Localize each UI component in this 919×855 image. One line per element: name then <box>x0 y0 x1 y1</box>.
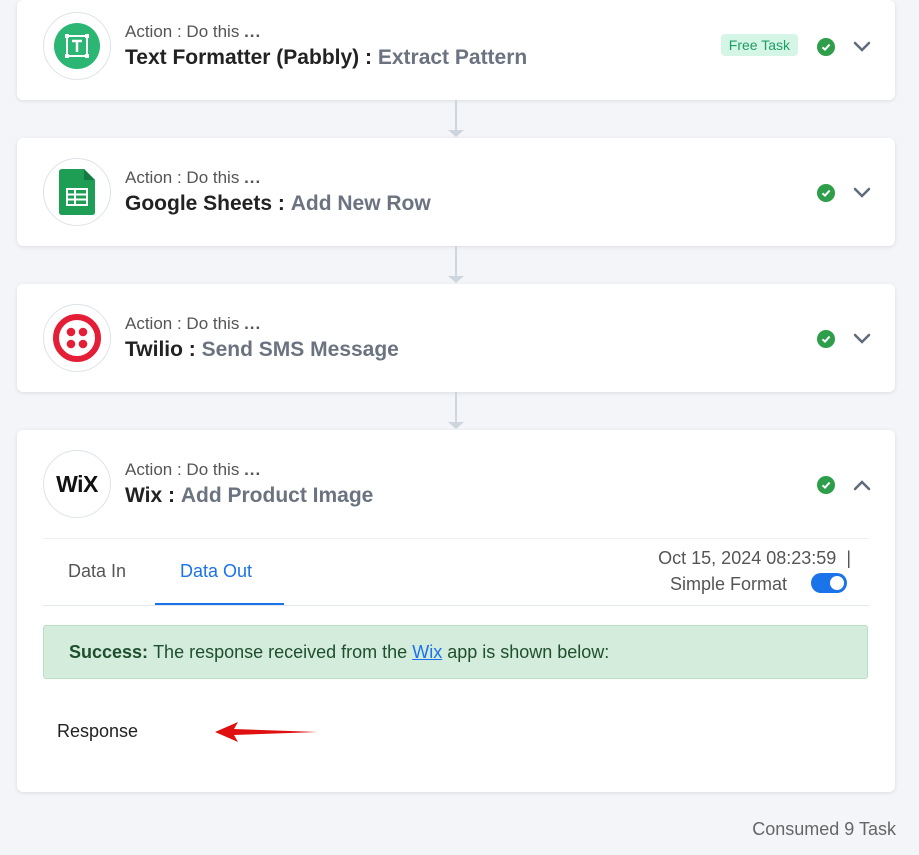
tab-data-out[interactable]: Data Out <box>180 561 252 582</box>
tab-data-in[interactable]: Data In <box>68 561 126 582</box>
free-task-badge: Free Task <box>720 34 798 56</box>
step-connector <box>455 246 457 276</box>
chevron-down-icon[interactable] <box>851 182 873 204</box>
step-title: Text Formatter (Pabbly) : Extract Patter… <box>125 46 528 69</box>
alert-strong: Success: <box>69 641 149 662</box>
tabs-divider <box>43 605 869 606</box>
alert-text-after: app is shown below: <box>447 641 610 662</box>
step-title: Google Sheets : Add New Row <box>125 192 431 215</box>
annotation-arrow-icon <box>215 722 318 742</box>
simple-format-toggle[interactable] <box>811 573 847 593</box>
success-check-icon <box>817 330 835 348</box>
text-formatter-icon <box>43 12 111 80</box>
chevron-down-icon[interactable] <box>851 328 873 350</box>
step-connector <box>455 100 457 130</box>
wix-icon: WiX <box>43 450 111 518</box>
execution-timestamp: Oct 15, 2024 08:23:59 | <box>658 548 851 568</box>
step-card-text-formatter[interactable]: Action : Do this ... Text Formatter (Pab… <box>17 0 895 100</box>
step-subtitle: Action : Do this ... <box>125 314 262 333</box>
step-title: Twilio : Send SMS Message <box>125 338 399 361</box>
google-sheets-icon <box>43 158 111 226</box>
twilio-icon <box>43 304 111 372</box>
chevron-up-icon[interactable] <box>851 474 873 496</box>
chevron-down-icon[interactable] <box>851 36 873 58</box>
step-title: Wix : Add Product Image <box>125 484 374 507</box>
success-check-icon <box>817 476 835 494</box>
data-tabs: Data In Data Out Oct 15, 2024 08:23:59 |… <box>43 538 869 607</box>
step-subtitle: Action : Do this ... <box>125 460 262 479</box>
connector-arrow-icon <box>448 276 464 283</box>
step-subtitle: Action : Do this ... <box>125 22 262 41</box>
step-card-twilio[interactable]: Action : Do this ... Twilio : Send SMS M… <box>17 284 895 392</box>
wix-logo-text: WiX <box>56 470 98 497</box>
wix-app-link[interactable]: Wix <box>412 642 442 663</box>
alert-text-before: The response received from the <box>153 641 408 662</box>
step-subtitle: Action : Do this ... <box>125 168 262 187</box>
success-check-icon <box>817 184 835 202</box>
success-alert: Success: The response received from the … <box>43 625 868 679</box>
consumed-tasks: Consumed 9 Task <box>752 819 896 839</box>
connector-arrow-icon <box>448 422 464 429</box>
success-check-icon <box>817 38 835 56</box>
step-connector <box>455 392 457 422</box>
response-label[interactable]: Response <box>57 721 138 742</box>
simple-format-label: Simple Format <box>669 574 787 594</box>
step-card-wix[interactable]: WiX Action : Do this ... Wix : Add Produ… <box>17 430 895 792</box>
connector-arrow-icon <box>448 130 464 137</box>
step-card-google-sheets[interactable]: Action : Do this ... Google Sheets : Add… <box>17 138 895 246</box>
